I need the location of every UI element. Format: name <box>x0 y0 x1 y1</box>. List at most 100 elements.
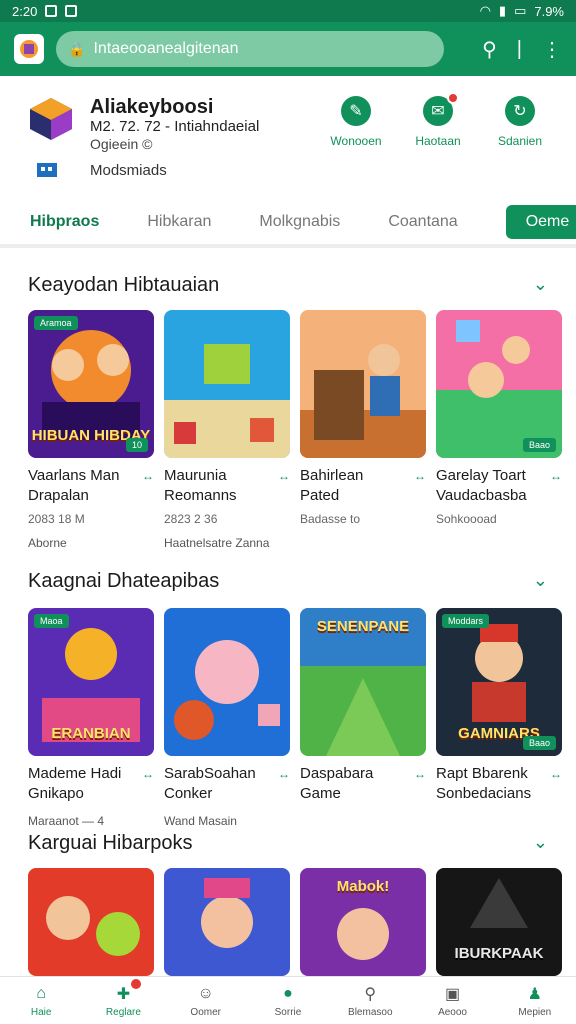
app-icon <box>30 98 72 140</box>
nav-games[interactable]: ▣ Aeooo <box>411 977 493 1024</box>
top-bar: 🔒 Intaeooanealgitenan ⚲ | ⋮ <box>0 22 576 76</box>
image-icon <box>65 5 78 17</box>
action-row: ✎ Wonooen ✉ Haotaan ↻ Sdanien <box>326 92 550 148</box>
app-title: Aliakeyboosi <box>90 96 214 118</box>
game-tag: Maoa <box>34 614 69 628</box>
search-input[interactable]: Intaeooanealgitenan <box>93 40 238 58</box>
game-thumbnail: SENENPANE <box>300 608 426 756</box>
nav-label: Blemasoo <box>348 1007 393 1018</box>
game-tag: Aramoa <box>34 316 78 330</box>
tab-coantana[interactable]: Coantana <box>388 213 457 231</box>
game-card[interactable]: Mabok! <box>300 868 426 976</box>
chevron-down-icon[interactable]: ⌄ <box>533 570 548 591</box>
oeme-button[interactable]: Oeme <box>505 205 576 239</box>
app-logo[interactable] <box>14 34 44 64</box>
tab-bar: Hibpraos Hibkaran Molkgnabis Coantana Oe… <box>0 198 576 246</box>
search-bar[interactable]: 🔒 Intaeooanealgitenan <box>56 31 444 67</box>
game-art <box>164 868 290 976</box>
game-caption: IBURKPAAK <box>454 945 544 962</box>
search-icon[interactable]: ⚲ <box>482 37 497 62</box>
game-thumbnail <box>164 868 290 976</box>
more-icon[interactable]: ⋮ <box>542 37 562 62</box>
action-wonooen[interactable]: ✎ Wonooen <box>326 96 386 148</box>
game-card[interactable]: SarabSoahan Conker ↔ Wand Masain <box>164 608 290 828</box>
game-sub: Maraanot — 4 <box>28 814 105 828</box>
game-card[interactable]: Bahirlean Pated ↔ Badasse to <box>300 310 426 550</box>
game-thumbnail <box>300 310 426 458</box>
chat-icon: ✉ <box>423 92 459 126</box>
action-sdanien[interactable]: ↻ Sdanien <box>490 96 550 148</box>
game-card[interactable]: Maurunia Reomanns ↔ 2823 2 36 Haatnelsatre… <box>164 310 290 550</box>
tab-hibkaran[interactable]: Hibkaran <box>147 213 211 231</box>
battery-text: 7.9% <box>534 3 564 19</box>
developer-name[interactable]: Modsmiads <box>90 162 167 179</box>
game-sub: Haatnelsatre Zanna <box>164 536 270 550</box>
tab-molkgnabis[interactable]: Molkgnabis <box>259 213 340 231</box>
person-icon: ♟ <box>527 986 542 1003</box>
game-thumbnail <box>164 608 290 756</box>
game-art <box>436 310 562 458</box>
chevron-down-icon[interactable]: ⌄ <box>533 274 548 295</box>
tab-hibpraos[interactable]: Hibpraos <box>30 213 99 231</box>
nav-smile[interactable]: ● Sorrie <box>247 977 329 1024</box>
game-card[interactable]: Baao Garelay Toart Vaudacbasba ↔ Sohkoooad <box>436 310 562 550</box>
add-icon: ✚ <box>111 979 142 1005</box>
nav-face[interactable]: ☺ Oomer <box>165 977 247 1024</box>
game-thumbnail: IBURKPAAK <box>436 868 562 976</box>
section-title: Kaagnai Dhateapibas <box>28 570 220 592</box>
game-card[interactable]: Moddars GAMNIARS Baao Rapt Bbarenk Sonbed… <box>436 608 562 828</box>
more-icon[interactable]: ↔ <box>414 466 426 506</box>
card-row: Maoa ERANBIAN Mademe Hadi Gnikapo ↔ Maraan… <box>28 608 562 828</box>
card-row: Mabok! IBURKPAAK <box>28 868 562 976</box>
more-icon[interactable]: ↔ <box>278 764 290 804</box>
notification-dot <box>447 92 459 104</box>
game-name: SarabSoahan Conker ↔ <box>164 764 290 804</box>
nav-profile[interactable]: ♟ Mepien <box>494 977 576 1024</box>
game-card[interactable] <box>164 868 290 976</box>
action-haotaan[interactable]: ✉ Haotaan <box>408 92 468 148</box>
game-meta: Badasse to <box>300 512 361 526</box>
logo-icon <box>20 40 38 58</box>
game-art <box>28 868 154 976</box>
game-sub: Aborne <box>28 536 67 550</box>
nav-search[interactable]: ⚲ Blemasoo <box>329 977 411 1024</box>
status-bar: 2:20 ◠ ▮ ▭ 7.9% <box>0 0 576 22</box>
game-thumbnail <box>164 310 290 458</box>
game-card[interactable]: Aramoa HIBUAN HIBDAY 10 Vaarlans Man Drap… <box>28 310 154 550</box>
game-card[interactable]: Maoa ERANBIAN Mademe Hadi Gnikapo ↔ Maraan… <box>28 608 154 828</box>
more-icon[interactable]: ↔ <box>414 764 426 804</box>
game-thumbnail: Baao <box>436 310 562 458</box>
chevron-down-icon[interactable]: ⌄ <box>533 832 548 853</box>
action-label: Sdanien <box>497 134 543 148</box>
game-card[interactable]: IBURKPAAK <box>436 868 562 976</box>
section-title: Keayodan Hibtauaian <box>28 274 220 296</box>
game-art <box>300 310 426 458</box>
more-icon[interactable]: ↔ <box>278 466 290 506</box>
more-icon[interactable]: ↔ <box>550 466 562 506</box>
action-label: Haotaan <box>415 134 461 148</box>
home-icon: ⌂ <box>36 985 46 1002</box>
game-name: Garelay Toart Vaudacbasba ↔ <box>436 466 562 506</box>
nav-add[interactable]: ✚ Reglare <box>82 977 164 1024</box>
more-icon[interactable]: ↔ <box>550 764 562 804</box>
game-meta: 2083 18 M <box>28 512 85 526</box>
search-icon: ⚲ <box>364 986 377 1003</box>
game-art <box>164 608 290 756</box>
game-thumbnail: Maoa ERANBIAN <box>28 608 154 756</box>
signal-icon: ▮ <box>498 3 507 18</box>
leaf-icon: ✎ <box>341 96 371 126</box>
more-icon[interactable]: ↔ <box>142 466 154 506</box>
app-header: Aliakeyboosi M2. 72. 72 - Intiahndaeial … <box>0 76 576 246</box>
card-row: Aramoa HIBUAN HIBDAY 10 Vaarlans Man Drap… <box>28 310 562 550</box>
game-card[interactable]: SENENPANE Daspabara Game ↔ <box>300 608 426 828</box>
game-name: Mademe Hadi Gnikapo ↔ <box>28 764 154 804</box>
game-card[interactable] <box>28 868 154 976</box>
game-badge: Baao <box>522 438 556 452</box>
nav-home[interactable]: ⌂ Haie <box>0 977 82 1024</box>
game-art <box>164 310 290 458</box>
game-thumbnail: Moddars GAMNIARS Baao <box>436 608 562 756</box>
game-sub: Wand Masain <box>164 814 237 828</box>
more-icon[interactable]: ↔ <box>142 764 154 804</box>
notification-dot <box>131 979 142 989</box>
game-badge: 10 <box>125 438 148 452</box>
